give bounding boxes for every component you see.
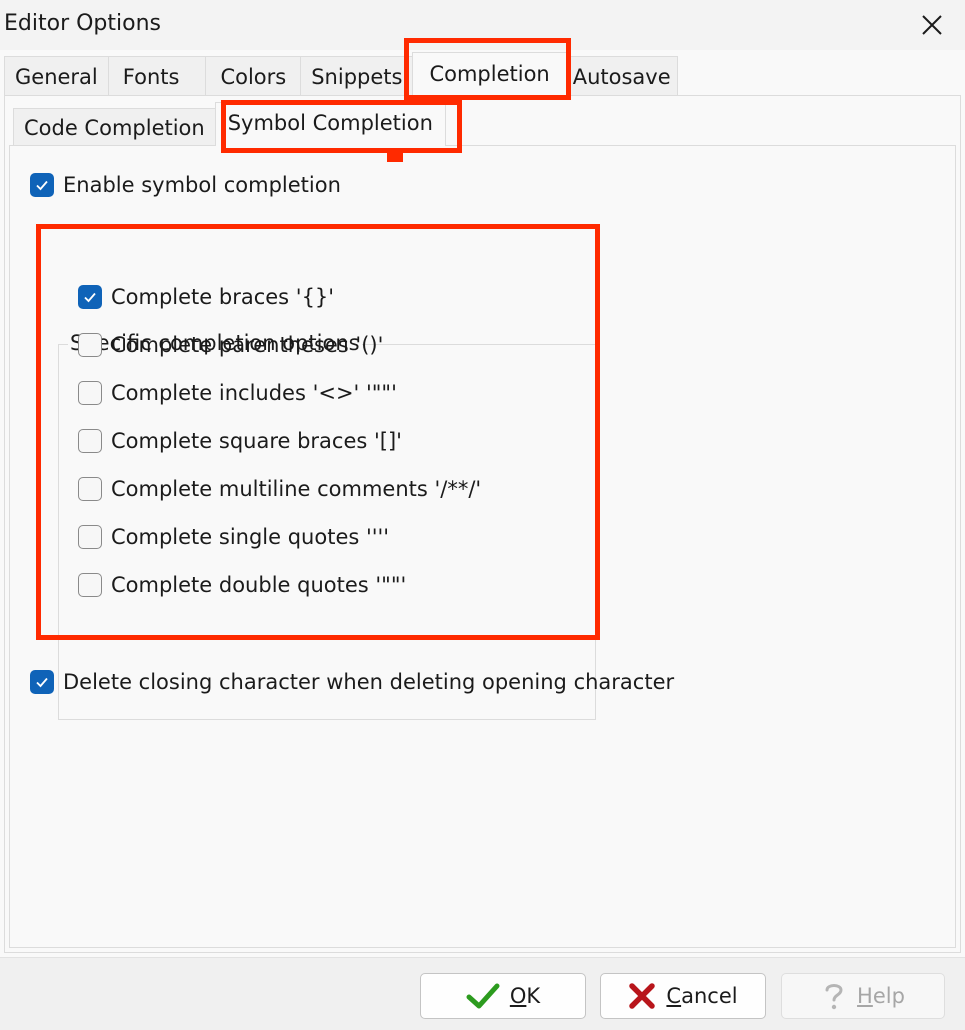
outer-tab-strip: General Fonts Colors Snippets Completion… (4, 52, 678, 96)
tab-fonts[interactable]: Fonts (107, 56, 207, 96)
delete-closing-character-checkbox[interactable] (30, 670, 54, 694)
complete-includes-checkbox[interactable] (78, 381, 102, 405)
cancel-label: Cancel (666, 984, 738, 1008)
complete-braces-label: Complete braces '{}' (111, 285, 335, 309)
red-x-icon (628, 982, 656, 1010)
symbol-completion-page: Enable symbol completion Specific comple… (9, 145, 956, 948)
checkmark-icon (466, 982, 500, 1010)
complete-single-quotes-checkbox[interactable] (78, 525, 102, 549)
ok-label: OK (509, 984, 541, 1008)
tab-autosave[interactable]: Autosave (565, 56, 678, 96)
enable-symbol-completion-checkbox[interactable] (30, 173, 54, 197)
inner-tab-strip: Code Completion Symbol Completion (13, 102, 446, 146)
option-complete-braces[interactable]: Complete braces '{}' (78, 282, 334, 312)
title-bar: Editor Options (0, 0, 965, 50)
option-complete-double-quotes[interactable]: Complete double quotes '""' (78, 570, 406, 600)
complete-multiline-comments-checkbox[interactable] (78, 477, 102, 501)
delete-closing-character-option[interactable]: Delete closing character when deleting o… (30, 667, 674, 697)
delete-closing-character-label: Delete closing character when deleting o… (63, 670, 675, 694)
help-button[interactable]: Help (781, 973, 945, 1019)
tab-snippets[interactable]: Snippets (300, 56, 414, 96)
enable-symbol-completion-option[interactable]: Enable symbol completion (30, 170, 341, 200)
complete-square-braces-label: Complete square braces '[]' (111, 429, 402, 453)
completion-page: Code Completion Symbol Completion Enable… (4, 95, 961, 953)
check-icon (84, 292, 96, 303)
complete-double-quotes-label: Complete double quotes '""' (111, 573, 407, 597)
option-complete-single-quotes[interactable]: Complete single quotes '''' (78, 522, 389, 552)
tab-completion[interactable]: Completion (412, 52, 567, 96)
tab-colors[interactable]: Colors (205, 56, 302, 96)
button-bar: OK Cancel Help (0, 957, 965, 1030)
option-complete-multiline-comments[interactable]: Complete multiline comments '/**/' (78, 474, 481, 504)
cancel-button[interactable]: Cancel (600, 973, 766, 1019)
dialog-body: General Fonts Colors Snippets Completion… (0, 50, 965, 957)
check-icon (36, 677, 48, 688)
tab-symbol-completion[interactable]: Symbol Completion (214, 102, 446, 146)
complete-parentheses-checkbox[interactable] (78, 333, 102, 357)
ok-button[interactable]: OK (420, 973, 586, 1019)
complete-braces-checkbox[interactable] (78, 285, 102, 309)
complete-double-quotes-checkbox[interactable] (78, 573, 102, 597)
complete-includes-label: Complete includes '<>' '""' (111, 381, 397, 405)
help-label: Help (857, 984, 905, 1008)
option-complete-parentheses[interactable]: Complete parentheses '()' (78, 330, 383, 360)
enable-symbol-completion-label: Enable symbol completion (63, 173, 341, 197)
close-button[interactable] (899, 0, 965, 50)
window-title: Editor Options (4, 11, 161, 36)
option-complete-includes[interactable]: Complete includes '<>' '""' (78, 378, 397, 408)
complete-single-quotes-label: Complete single quotes '''' (111, 525, 390, 549)
complete-parentheses-label: Complete parentheses '()' (111, 333, 384, 357)
complete-square-braces-checkbox[interactable] (78, 429, 102, 453)
complete-multiline-comments-label: Complete multiline comments '/**/' (111, 477, 482, 501)
tab-code-completion[interactable]: Code Completion (13, 108, 216, 146)
close-icon (922, 15, 942, 35)
check-icon (36, 180, 48, 191)
question-mark-icon (821, 980, 847, 1012)
option-complete-square-braces[interactable]: Complete square braces '[]' (78, 426, 402, 456)
tab-general[interactable]: General (4, 56, 109, 96)
